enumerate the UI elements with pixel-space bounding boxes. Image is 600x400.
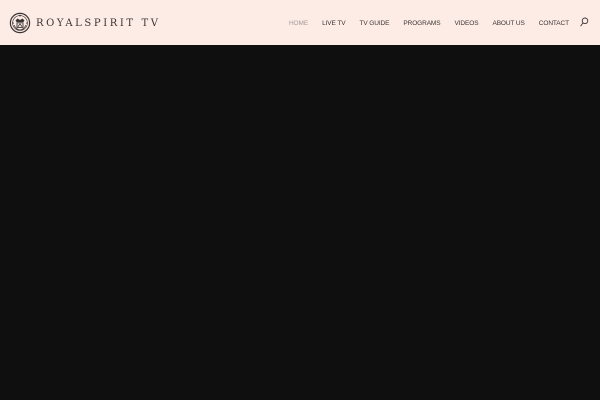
nav-item-videos[interactable]: VIDEOS (454, 20, 478, 27)
crest-emblem-icon (9, 12, 31, 34)
site-header: ROYALSPIRIT TV HOME LIVE TV TV GUIDE PRO… (0, 0, 600, 45)
nav-item-tv-guide[interactable]: TV GUIDE (359, 20, 389, 27)
nav-item-contact[interactable]: CONTACT (539, 20, 569, 27)
nav-item-about-us[interactable]: ABOUT US (492, 20, 524, 27)
nav-item-programs[interactable]: PROGRAMS (403, 20, 440, 27)
site-logo-text: ROYALSPIRIT TV (36, 17, 161, 29)
site-logo[interactable]: ROYALSPIRIT TV (9, 11, 161, 35)
nav-item-home[interactable]: HOME (289, 20, 308, 27)
search-icon[interactable] (580, 17, 589, 27)
video-stage (0, 45, 600, 400)
nav-item-live-tv[interactable]: LIVE TV (322, 20, 345, 27)
main-nav: HOME LIVE TV TV GUIDE PROGRAMS VIDEOS AB… (289, 17, 569, 29)
